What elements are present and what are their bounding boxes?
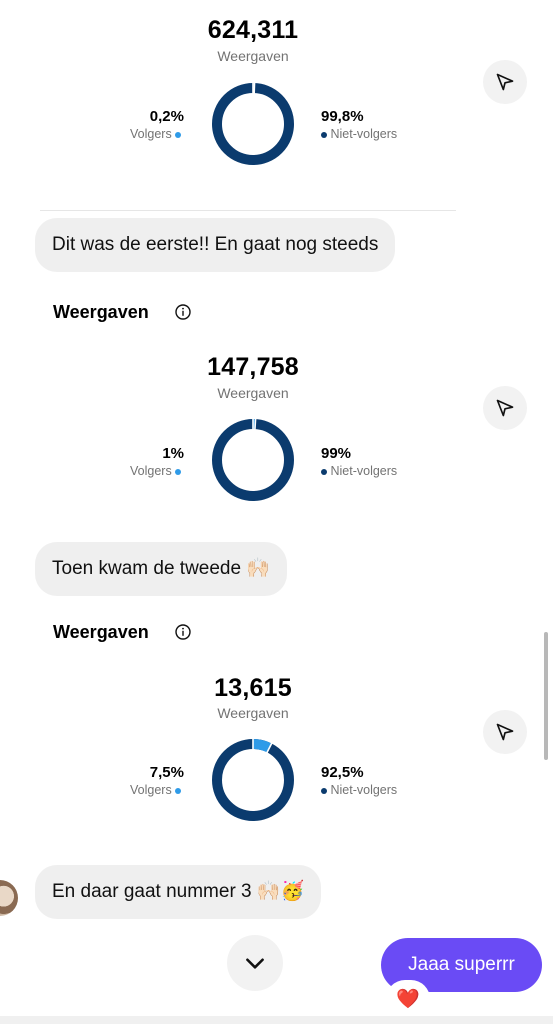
followers-legend-label: Volgers bbox=[130, 783, 172, 797]
nonfollowers-legend-label: Niet-volgers bbox=[330, 127, 398, 141]
followers-dot bbox=[175, 468, 182, 475]
followers-legend-label: Volgers bbox=[130, 127, 172, 141]
followers-percent: 7,5% bbox=[149, 764, 184, 781]
followers-dot bbox=[175, 131, 182, 138]
share-button[interactable] bbox=[483, 710, 527, 754]
composer-edge bbox=[0, 1016, 553, 1024]
divider bbox=[40, 210, 456, 211]
paper-plane-icon bbox=[496, 73, 514, 91]
nonfollowers-legend: Niet-volgers bbox=[321, 464, 397, 478]
donut-nonfollowers-ring bbox=[212, 83, 294, 165]
chevron-down-icon bbox=[246, 958, 264, 969]
donut-chart bbox=[212, 738, 294, 821]
views-total: 13,615 bbox=[214, 674, 292, 702]
info-icon[interactable] bbox=[175, 304, 191, 320]
donut-nonfollowers-ring bbox=[212, 739, 294, 821]
followers-dot bbox=[175, 787, 182, 794]
nonfollowers-dot bbox=[321, 468, 327, 475]
views-total-label: Weergaven bbox=[217, 705, 289, 721]
reaction-heart[interactable]: ❤️ bbox=[388, 982, 428, 1016]
info-icon[interactable] bbox=[175, 624, 191, 640]
nonfollowers-legend-label: Niet-volgers bbox=[330, 783, 398, 797]
nonfollowers-legend-label: Niet-volgers bbox=[330, 464, 398, 478]
views-total: 147,758 bbox=[207, 353, 299, 381]
followers-legend: Volgers bbox=[130, 783, 182, 797]
followers-percent: 0,2% bbox=[149, 108, 184, 125]
nonfollowers-percent: 99,8% bbox=[321, 108, 364, 125]
share-button[interactable] bbox=[483, 60, 527, 104]
nonfollowers-legend: Niet-volgers bbox=[321, 127, 397, 141]
donut-chart bbox=[212, 418, 294, 501]
views-total-label: Weergaven bbox=[217, 385, 289, 401]
section-title-views: Weergaven bbox=[53, 302, 149, 322]
message-text: Toen kwam de tweede bbox=[52, 558, 242, 579]
share-button[interactable] bbox=[483, 386, 527, 430]
followers-legend-label: Volgers bbox=[130, 464, 172, 478]
received-message-1[interactable]: Dit was de eerste!! En gaat nog steeds bbox=[35, 218, 396, 272]
scroll-to-bottom-button[interactable] bbox=[227, 935, 283, 991]
donut-chart bbox=[212, 82, 294, 165]
views-total: 624,311 bbox=[207, 16, 299, 44]
nonfollowers-legend: Niet-volgers bbox=[321, 783, 397, 797]
section-title-views: Weergaven bbox=[53, 622, 149, 642]
donut-separator bbox=[254, 418, 257, 431]
nonfollowers-dot bbox=[321, 131, 327, 138]
followers-legend: Volgers bbox=[130, 127, 182, 141]
received-message-3[interactable]: En daar gaat nummer 3 🙌🏻🥳 bbox=[35, 865, 322, 919]
message-emoji: 🙌🏻🥳 bbox=[256, 881, 305, 902]
paper-plane-icon bbox=[496, 723, 514, 741]
nonfollowers-dot bbox=[321, 787, 327, 794]
followers-percent: 1% bbox=[162, 445, 184, 462]
views-total-label: Weergaven bbox=[217, 48, 289, 64]
message-emoji: 🙌🏻 bbox=[246, 558, 271, 579]
paper-plane-icon bbox=[496, 399, 514, 417]
nonfollowers-percent: 92,5% bbox=[321, 764, 364, 781]
message-text: En daar gaat nummer 3 bbox=[52, 881, 252, 902]
received-message-2[interactable]: Toen kwam de tweede 🙌🏻 bbox=[35, 542, 288, 596]
avatar[interactable] bbox=[0, 880, 18, 916]
followers-legend: Volgers bbox=[130, 464, 182, 478]
donut-nonfollowers-ring bbox=[212, 419, 294, 501]
nonfollowers-percent: 99% bbox=[321, 445, 352, 462]
scrollbar[interactable] bbox=[544, 632, 548, 760]
